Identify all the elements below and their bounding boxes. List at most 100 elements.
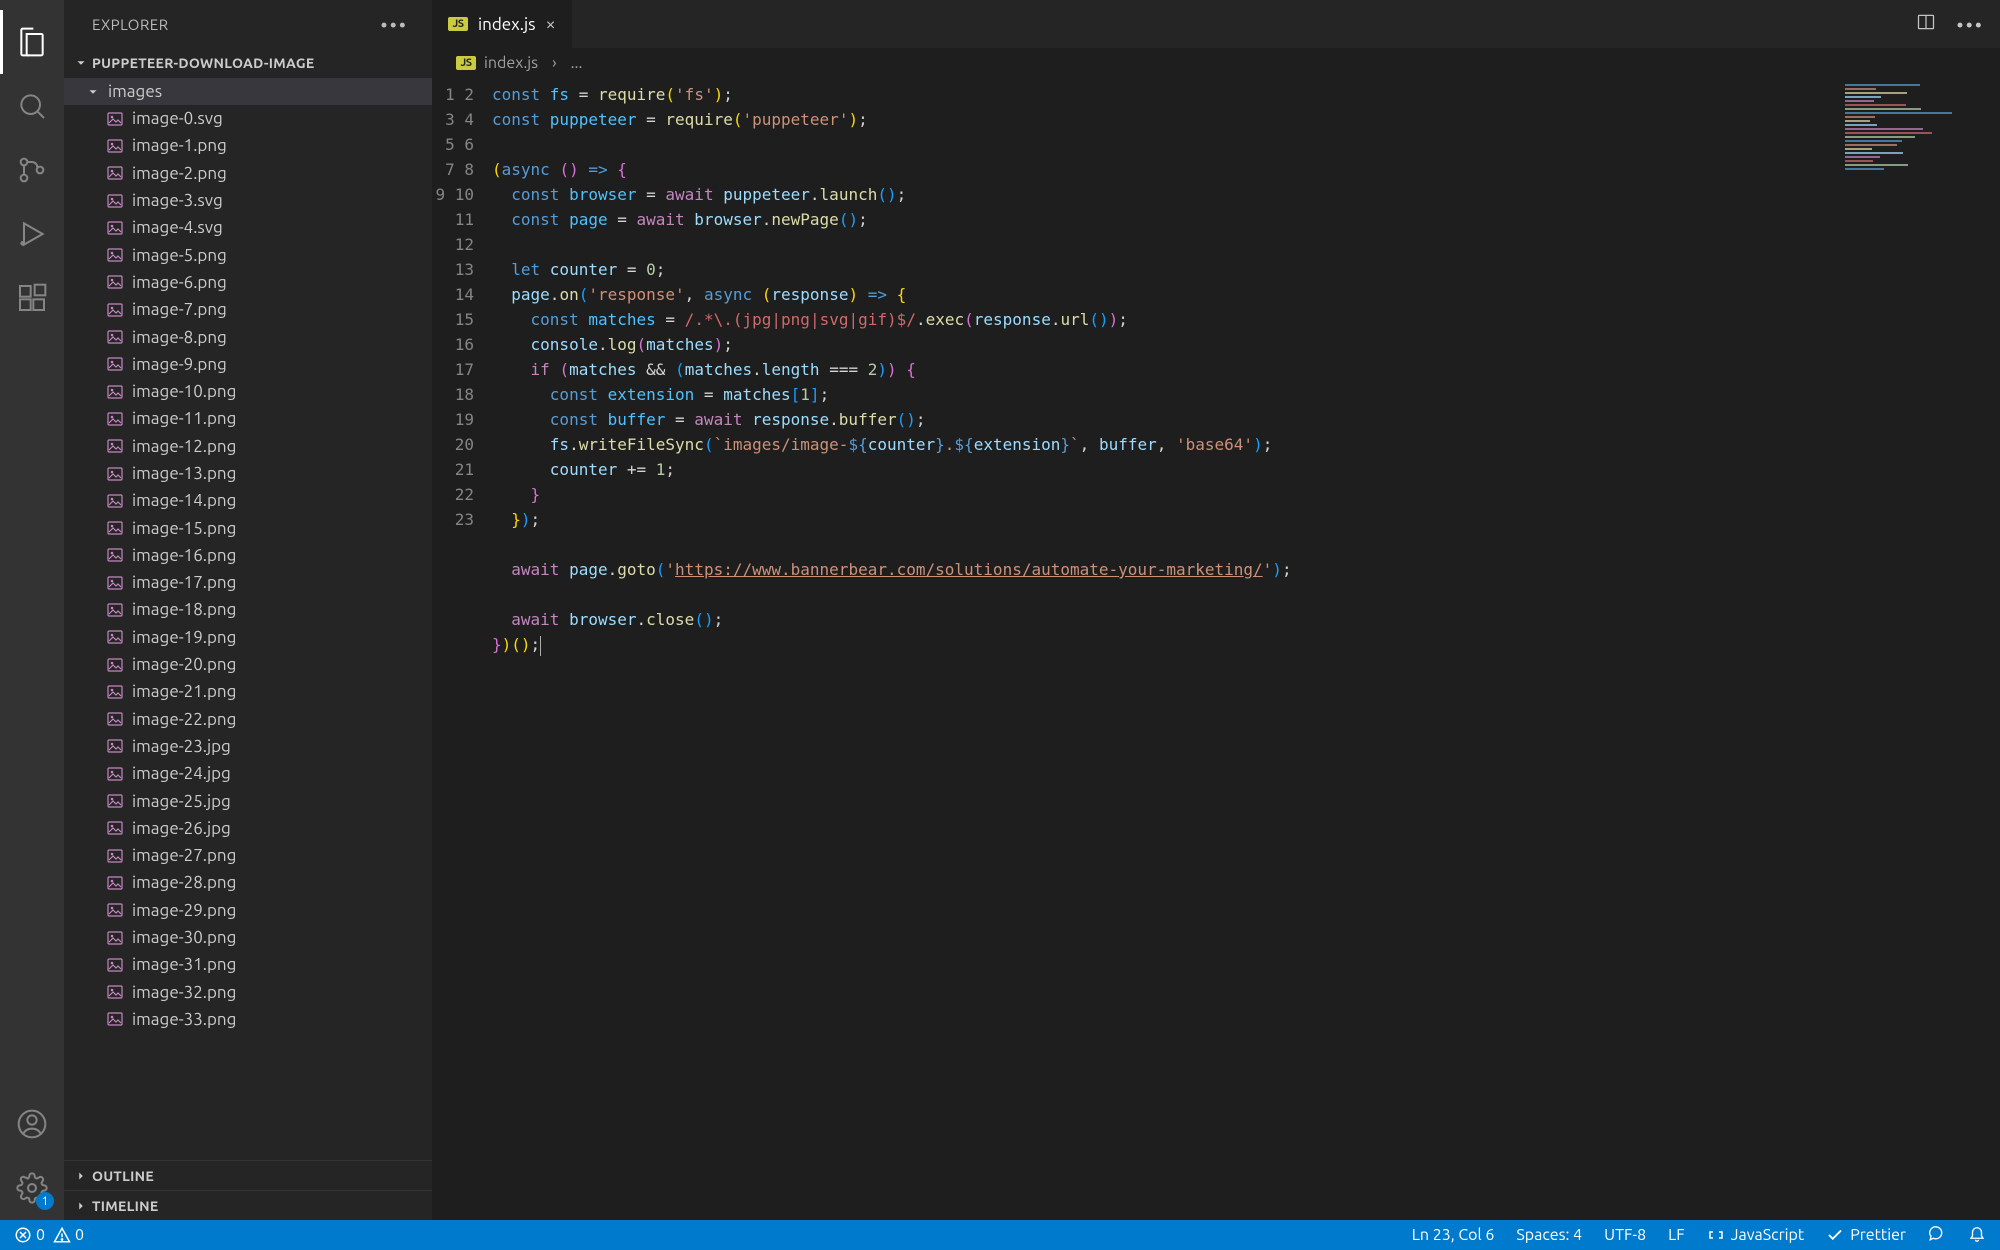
language-mode[interactable]: JavaScript [1707, 1226, 1805, 1244]
file-row[interactable]: image-5.png [64, 241, 432, 268]
file-name: image-17.png [132, 573, 236, 592]
image-file-icon [106, 546, 124, 564]
file-name: image-9.png [132, 355, 227, 374]
file-row[interactable]: image-21.png [64, 678, 432, 705]
tab-filename: index.js [478, 15, 535, 34]
notifications-icon[interactable] [1968, 1224, 1986, 1246]
file-row[interactable]: image-23.jpg [64, 733, 432, 760]
file-name: image-26.jpg [132, 819, 231, 838]
file-row[interactable]: image-27.png [64, 842, 432, 869]
file-tree: images image-0.svg image-1.pngimage-2.png… [64, 78, 432, 1160]
file-name: image-24.jpg [132, 764, 231, 783]
file-row[interactable]: image-8.png [64, 323, 432, 350]
file-name: image-6.png [132, 273, 227, 292]
image-file-icon [106, 410, 124, 428]
breadcrumb-file: index.js [484, 54, 538, 72]
file-row[interactable]: image-19.png [64, 624, 432, 651]
file-row[interactable]: image-11.png [64, 405, 432, 432]
minimap[interactable] [1840, 78, 2000, 1220]
file-row[interactable]: image-12.png [64, 433, 432, 460]
file-row[interactable]: image-7.png [64, 296, 432, 323]
file-name: image-14.png [132, 491, 236, 510]
js-file-icon: JS [456, 56, 476, 70]
file-name: image-8.png [132, 328, 227, 347]
image-file-icon [106, 328, 124, 346]
close-tab-icon[interactable]: × [545, 14, 555, 34]
indentation[interactable]: Spaces: 4 [1516, 1226, 1582, 1244]
file-name: image-16.png [132, 546, 236, 565]
file-row[interactable]: image-9.png [64, 351, 432, 378]
image-file-icon [106, 710, 124, 728]
prettier-status[interactable]: Prettier [1826, 1226, 1906, 1244]
settings-icon[interactable]: 1 [0, 1156, 64, 1220]
image-file-icon [106, 656, 124, 674]
file-row[interactable]: image-20.png [64, 651, 432, 678]
file-row[interactable]: image-3.svg [64, 187, 432, 214]
extensions-icon[interactable] [0, 266, 64, 330]
sidebar-more-icon[interactable]: ••• [380, 13, 408, 36]
file-name: image-5.png [132, 246, 227, 265]
outline-section[interactable]: OUTLINE [64, 1160, 432, 1190]
image-file-icon [106, 983, 124, 1001]
image-file-icon [106, 874, 124, 892]
run-debug-icon[interactable] [0, 202, 64, 266]
feedback-icon[interactable] [1928, 1224, 1946, 1246]
file-row[interactable]: image-15.png [64, 514, 432, 541]
breadcrumb[interactable]: JS index.js ... [432, 48, 2000, 78]
folder-label: images [108, 82, 162, 101]
file-row[interactable]: image-32.png [64, 979, 432, 1006]
file-name: image-21.png [132, 682, 236, 701]
code-editor[interactable]: const fs = require('fs'); const puppetee… [492, 78, 1840, 1220]
source-control-icon[interactable] [0, 138, 64, 202]
file-row[interactable]: image-26.jpg [64, 815, 432, 842]
file-row[interactable]: image-0.svg [64, 105, 432, 132]
tab-bar: JS index.js × ••• [432, 0, 2000, 48]
eol[interactable]: LF [1668, 1226, 1685, 1244]
status-bar: 0 0 Ln 23, Col 6 Spaces: 4 UTF-8 LF Java… [0, 1220, 2000, 1250]
editor-area: JS index.js × ••• JS index.js ... 1 2 3 … [432, 0, 2000, 1220]
file-name: image-18.png [132, 600, 236, 619]
file-row[interactable]: image-14.png [64, 487, 432, 514]
file-name: image-32.png [132, 983, 236, 1002]
file-row[interactable]: image-28.png [64, 869, 432, 896]
timeline-section[interactable]: TIMELINE [64, 1190, 432, 1220]
file-name: image-4.svg [132, 218, 223, 237]
error-icon[interactable]: 0 [14, 1226, 45, 1244]
file-name: image-12.png [132, 437, 236, 456]
breadcrumb-rest: ... [571, 54, 583, 72]
more-actions-icon[interactable]: ••• [1956, 13, 1984, 36]
file-name: image-0.svg [132, 109, 223, 128]
encoding[interactable]: UTF-8 [1604, 1226, 1646, 1244]
explorer-icon[interactable] [0, 10, 64, 74]
file-row[interactable]: image-6.png [64, 269, 432, 296]
cursor-position[interactable]: Ln 23, Col 6 [1412, 1226, 1495, 1244]
warning-icon[interactable]: 0 [53, 1226, 84, 1244]
file-row[interactable]: image-29.png [64, 897, 432, 924]
file-row[interactable]: image-13.png [64, 460, 432, 487]
image-file-icon [106, 574, 124, 592]
file-row[interactable]: image-30.png [64, 924, 432, 951]
file-row[interactable]: image-22.png [64, 706, 432, 733]
file-row[interactable]: image-24.jpg [64, 760, 432, 787]
tab-index-js[interactable]: JS index.js × [432, 0, 573, 48]
file-row[interactable]: image-25.jpg [64, 787, 432, 814]
project-header[interactable]: PUPPETEER-DOWNLOAD-IMAGE [64, 48, 432, 78]
file-row[interactable]: image-18.png [64, 596, 432, 623]
file-name: image-10.png [132, 382, 236, 401]
file-row[interactable]: image-10.png [64, 378, 432, 405]
file-row[interactable]: image-2.png [64, 160, 432, 187]
file-row[interactable]: image-17.png [64, 569, 432, 596]
accounts-icon[interactable] [0, 1092, 64, 1156]
split-editor-icon[interactable] [1916, 12, 1936, 36]
search-icon[interactable] [0, 74, 64, 138]
file-row[interactable]: image-1.png [64, 132, 432, 159]
file-row[interactable]: image-4.svg [64, 214, 432, 241]
image-file-icon [106, 137, 124, 155]
file-name: image-19.png [132, 628, 236, 647]
file-row[interactable]: image-31.png [64, 951, 432, 978]
image-file-icon [106, 465, 124, 483]
folder-images[interactable]: images [64, 78, 432, 105]
image-file-icon [106, 110, 124, 128]
file-row[interactable]: image-33.png [64, 1006, 432, 1033]
file-row[interactable]: image-16.png [64, 542, 432, 569]
